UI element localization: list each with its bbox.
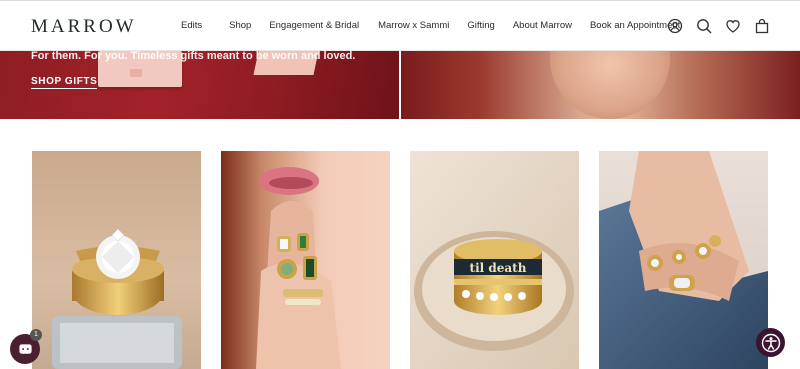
marrow-logo[interactable]: MARROW bbox=[31, 16, 137, 38]
accessibility-button[interactable] bbox=[756, 328, 785, 357]
nav-item-edits[interactable]: Edits bbox=[181, 20, 202, 31]
til-death-ring-stack-photo: til death bbox=[410, 151, 579, 369]
chat-icon bbox=[18, 343, 32, 354]
hero-model-image bbox=[400, 51, 800, 119]
nav-item-about-marrow[interactable]: About Marrow bbox=[513, 20, 572, 31]
nav-item-engagement-bridal[interactable]: Engagement & Bridal bbox=[269, 20, 359, 31]
shop-gifts-link[interactable]: SHOP GIFTS bbox=[31, 76, 98, 89]
product-grid: til death bbox=[32, 151, 769, 369]
hero-divider bbox=[399, 51, 401, 119]
bag-icon[interactable] bbox=[754, 18, 770, 34]
product-card-engagement-ring[interactable] bbox=[32, 151, 201, 369]
hero-subtitle: For them. For you. Timeless gifts meant … bbox=[31, 51, 356, 62]
model-neck-shape bbox=[550, 51, 670, 119]
nav-item-gifting[interactable]: Gifting bbox=[467, 20, 494, 31]
chat-badge: 1 bbox=[30, 329, 42, 341]
product-card-model-rings[interactable] bbox=[221, 151, 390, 369]
search-icon[interactable] bbox=[696, 18, 712, 34]
gift-box-tab-shape bbox=[130, 69, 142, 77]
nav-item-marrow-x-sammi[interactable]: Marrow x Sammi bbox=[378, 20, 449, 31]
engagement-ring-photo bbox=[32, 151, 201, 369]
model-with-rings-photo bbox=[221, 151, 390, 369]
main-nav: Edits Shop Engagement & Bridal Marrow x … bbox=[181, 20, 680, 31]
nav-item-shop[interactable]: Shop bbox=[229, 20, 251, 31]
product-card-hand-pocket[interactable] bbox=[599, 151, 768, 369]
hero-banner: For them. For you. Timeless gifts meant … bbox=[0, 51, 800, 119]
product-card-til-death-stack[interactable]: til death bbox=[410, 151, 579, 369]
site-header: MARROW Edits Shop Engagement & Bridal Ma… bbox=[0, 0, 800, 51]
accessibility-icon bbox=[761, 333, 780, 352]
hand-in-pocket-rings-photo bbox=[599, 151, 768, 369]
header-icons bbox=[667, 18, 770, 34]
heart-icon[interactable] bbox=[725, 18, 741, 34]
account-icon[interactable] bbox=[667, 18, 683, 34]
ring-engraving-text: til death bbox=[470, 261, 527, 275]
